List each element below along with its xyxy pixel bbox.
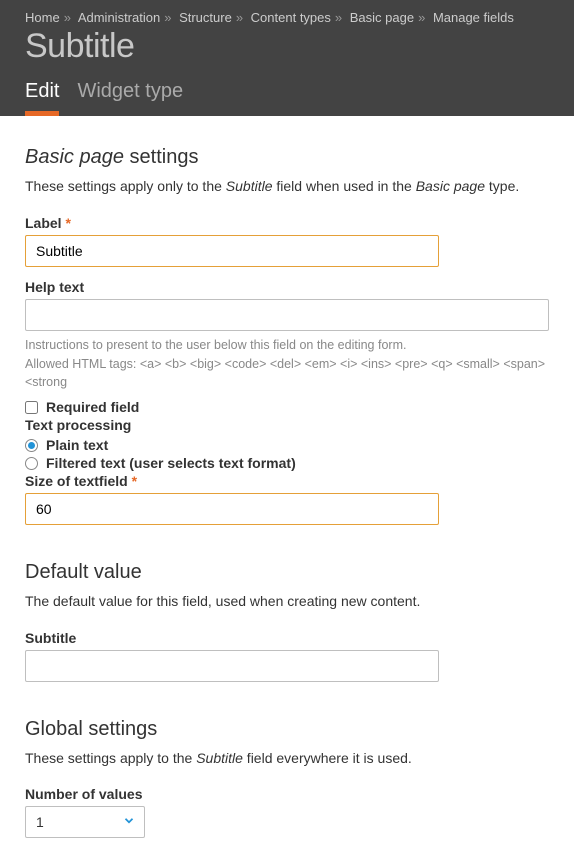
- filtered-text-label: Filtered text (user selects text format): [46, 455, 296, 471]
- crumb-basic-page[interactable]: Basic page: [350, 10, 414, 25]
- filtered-text-radio[interactable]: [25, 457, 38, 470]
- default-subtitle-label: Subtitle: [25, 630, 549, 646]
- tab-edit[interactable]: Edit: [25, 80, 59, 116]
- size-label: Size of textfield *: [25, 473, 549, 489]
- label-input[interactable]: [25, 235, 439, 267]
- global-settings-desc: These settings apply to the Subtitle fie…: [25, 749, 549, 769]
- crumb-home[interactable]: Home: [25, 10, 60, 25]
- crumb-manage-fields[interactable]: Manage fields: [433, 10, 514, 25]
- number-values-value: 1: [36, 814, 44, 830]
- tab-widget-type[interactable]: Widget type: [77, 80, 183, 116]
- default-value-desc: The default value for this field, used w…: [25, 592, 549, 612]
- help-text-label: Help text: [25, 279, 549, 295]
- breadcrumb: Home» Administration» Structure» Content…: [25, 10, 549, 25]
- basic-page-settings-title: Basic page settings: [25, 146, 549, 169]
- page-header: Home» Administration» Structure» Content…: [0, 0, 574, 116]
- crumb-admin[interactable]: Administration: [78, 10, 160, 25]
- page-title: Subtitle: [25, 27, 549, 66]
- global-settings-title: Global settings: [25, 718, 549, 741]
- number-values-label: Number of values: [25, 786, 549, 802]
- text-processing-label: Text processing: [25, 417, 549, 433]
- crumb-content-types[interactable]: Content types: [251, 10, 331, 25]
- help-hint-1: Instructions to present to the user belo…: [25, 337, 549, 355]
- plain-text-label: Plain text: [46, 437, 108, 453]
- size-input[interactable]: [25, 493, 439, 525]
- crumb-structure[interactable]: Structure: [179, 10, 232, 25]
- label-field-label: Label *: [25, 215, 549, 231]
- required-checkbox[interactable]: [25, 401, 38, 414]
- basic-page-settings-desc: These settings apply only to the Subtitl…: [25, 177, 549, 197]
- plain-text-radio[interactable]: [25, 439, 38, 452]
- default-value-title: Default value: [25, 561, 549, 584]
- chevron-down-icon: [122, 814, 136, 831]
- tabs: Edit Widget type: [25, 80, 549, 116]
- help-hint-2: Allowed HTML tags: <a> <b> <big> <code> …: [25, 356, 549, 391]
- content: Basic page settings These settings apply…: [0, 116, 574, 848]
- default-subtitle-input[interactable]: [25, 650, 439, 682]
- required-label: Required field: [46, 399, 139, 415]
- help-text-input[interactable]: [25, 299, 549, 331]
- number-values-select[interactable]: 1: [25, 806, 145, 838]
